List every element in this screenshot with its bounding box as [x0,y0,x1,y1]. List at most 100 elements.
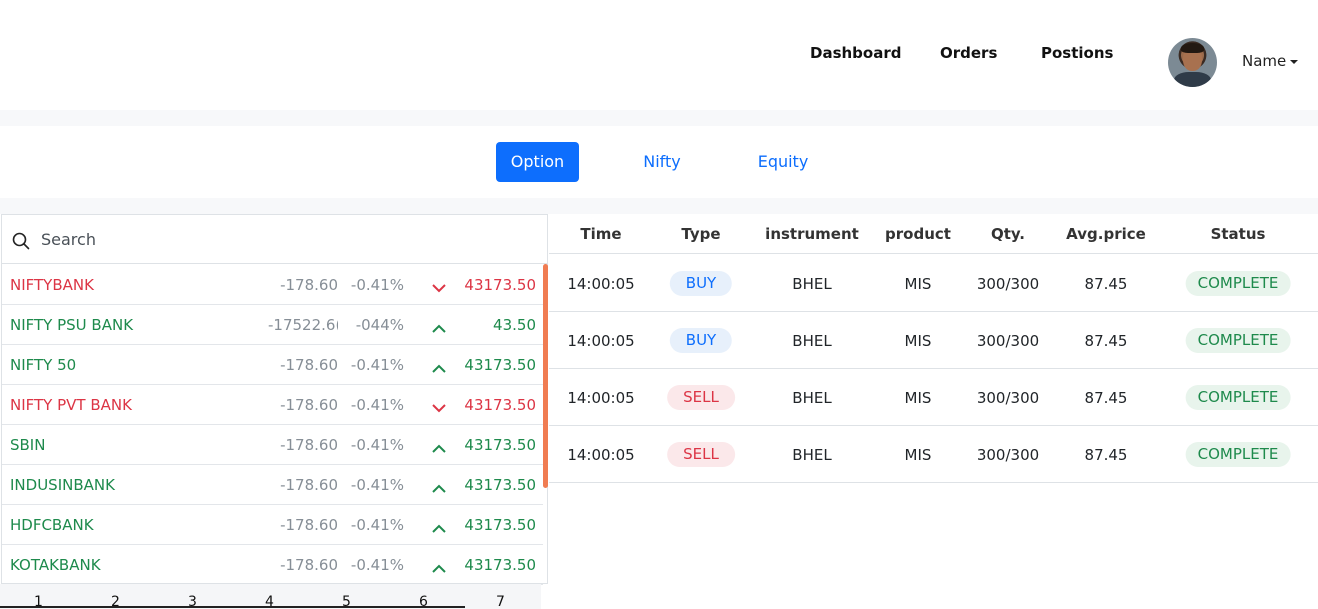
order-product: MIS [904,275,932,293]
status-badge: COMPLETE [1185,328,1291,353]
column-header[interactable]: Time [580,225,621,243]
instrument-name: NIFTY PSU BANK [10,316,134,334]
chevron-down-icon [432,279,446,297]
change-value: -178.60 [280,556,338,574]
order-instrument: BHEL [792,446,832,464]
change-percent: -0.41% [350,436,404,454]
divider-band [0,110,1318,126]
watchlist-row[interactable]: SBIN -178.60 -0.41% 43173.50 [2,425,543,465]
instrument-name: NIFTYBANK [10,276,94,294]
tab-nifty[interactable]: Nifty [624,142,700,182]
watchlist-row[interactable]: NIFTY 50 -178.60 -0.41% 43173.50 [2,345,543,385]
page-link[interactable]: 7 [496,594,505,609]
order-time: 14:00:05 [567,446,635,464]
tab-equity[interactable]: Equity [745,142,821,182]
watchlist-row[interactable]: NIFTY PSU BANK -17522.6(-044% 43.50 [2,305,543,345]
change-percent: -0.41% [350,356,404,374]
last-price: 43173.50 [464,396,536,414]
order-row[interactable]: 14:00:05 BUY BHEL MIS 300/300 87.45 COMPLETE [549,312,1318,369]
top-navbar: Dashboard Orders Postions Name [0,0,1318,110]
change-value: -178.60 [280,396,338,414]
change-percent: -044% [355,316,404,334]
order-row[interactable]: 14:00:05 BUY BHEL MIS 300/300 87.45 COMPLETE [549,255,1318,312]
change-percent: -0.41% [350,396,404,414]
column-header[interactable]: Qty. [991,225,1025,243]
status-badge: COMPLETE [1185,442,1291,467]
order-type-badge: BUY [669,328,733,353]
column-header[interactable]: instrument [765,225,859,243]
column-header[interactable]: Status [1211,225,1266,243]
change-value: -178.60 [280,516,338,534]
last-price: 43.50 [493,316,536,334]
order-row[interactable]: 14:00:05 SELL BHEL MIS 300/300 87.45 COMPLETE [549,369,1318,426]
tab-option[interactable]: Option [496,142,579,182]
chevron-up-icon [432,559,446,577]
order-avg-price: 87.45 [1084,446,1128,464]
nav-dashboard-link[interactable]: Dashboard [810,44,901,62]
watchlist-row[interactable]: HDFCBANK -178.60 -0.41% 43173.50 [2,505,543,545]
change-percent: -0.41% [350,516,404,534]
last-price: 43173.50 [464,436,536,454]
watchlist-row[interactable]: KOTAKBANK -178.60 -0.41% 43173.50 [2,545,543,585]
last-price: 43173.50 [464,476,536,494]
search-input[interactable]: Search [2,215,547,264]
order-time: 14:00:05 [567,332,635,350]
order-product: MIS [904,389,932,407]
nav-orders-link[interactable]: Orders [940,44,997,62]
column-header[interactable]: Avg.price [1066,225,1146,243]
avatar[interactable] [1168,38,1217,87]
instrument-name: INDUSINBANK [10,476,115,494]
nav-positions-link[interactable]: Postions [1041,44,1113,62]
caret-down-icon [1290,59,1299,64]
order-type-badge: SELL [667,442,735,467]
watchlist-row[interactable]: NIFTY PVT BANK -178.60 -0.41% 43173.50 [2,385,543,425]
search-icon [12,232,30,250]
chevron-down-icon [432,399,446,417]
change-percent: -0.41% [350,476,404,494]
column-header[interactable]: Type [681,225,720,243]
order-avg-price: 87.45 [1084,275,1128,293]
last-price: 43173.50 [464,276,536,294]
change-value: -178.60 [280,276,338,294]
order-qty: 300/300 [976,275,1040,293]
order-instrument: BHEL [792,332,832,350]
chevron-up-icon [432,479,446,497]
instrument-name: SBIN [10,436,46,454]
change-percent: -0.41% [350,556,404,574]
change-value: -178.60 [280,356,338,374]
pagination-underline [0,606,465,608]
status-badge: COMPLETE [1185,271,1291,296]
chevron-up-icon [432,519,446,537]
order-type-badge: SELL [667,385,735,410]
watchlist-row[interactable]: INDUSINBANK -178.60 -0.41% 43173.50 [2,465,543,505]
orders-table-header: Time Type instrument product Qty. Avg.price St… [549,214,1318,254]
order-product: MIS [904,446,932,464]
order-instrument: BHEL [792,275,832,293]
user-name-label: Name [1242,52,1287,70]
last-price: 43173.50 [464,356,536,374]
watchlist-panel: Search NIFTYBANK -178.60 -0.41% 43173.50 NIF… [1,214,548,585]
order-qty: 300/300 [976,446,1040,464]
order-type-badge: BUY [669,271,733,296]
instrument-name: NIFTY 50 [10,356,77,374]
user-menu-toggle[interactable]: Name [1242,52,1299,70]
last-price: 43173.50 [464,556,536,574]
chevron-up-icon [432,359,446,377]
column-header[interactable]: product [885,225,951,243]
instrument-name: HDFCBANK [10,516,94,534]
chevron-up-icon [432,319,446,337]
order-avg-price: 87.45 [1084,389,1128,407]
status-badge: COMPLETE [1185,385,1291,410]
order-time: 14:00:05 [567,275,635,293]
order-avg-price: 87.45 [1084,332,1128,350]
watchlist-scrollbar[interactable] [543,264,548,488]
divider-band [0,198,1318,214]
order-qty: 300/300 [976,389,1040,407]
watchlist-row[interactable]: NIFTYBANK -178.60 -0.41% 43173.50 [2,265,543,305]
chevron-up-icon [432,439,446,457]
order-instrument: BHEL [792,389,832,407]
last-price: 43173.50 [464,516,536,534]
search-placeholder: Search [41,230,96,249]
order-row[interactable]: 14:00:05 SELL BHEL MIS 300/300 87.45 COMPLETE [549,426,1318,483]
change-value: -178.60 [280,476,338,494]
